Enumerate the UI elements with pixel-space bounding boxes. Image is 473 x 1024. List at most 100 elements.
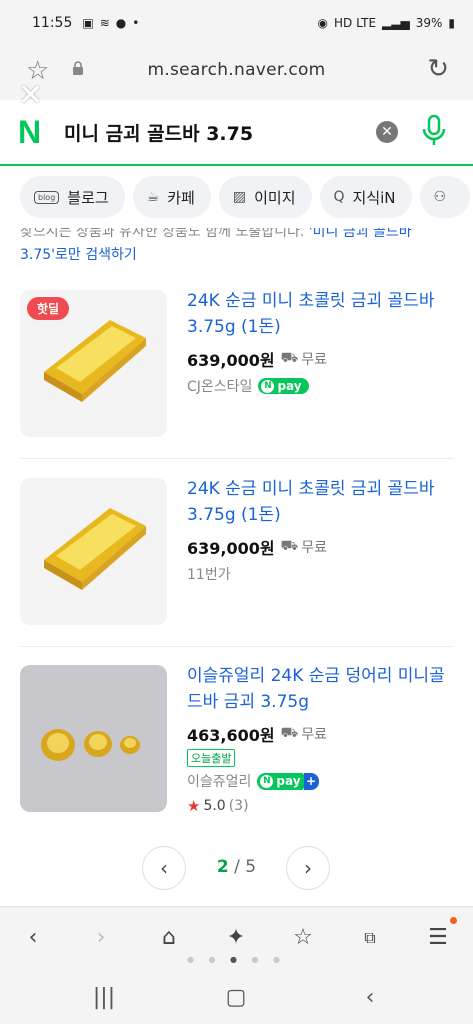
- product-price: 463,600원: [187, 726, 275, 745]
- page-separator: /: [234, 857, 240, 877]
- search-input[interactable]: 미니 금괴 골드바 3.75: [64, 119, 253, 146]
- recent-apps-icon[interactable]: |||: [86, 980, 122, 1016]
- gold-bar-image: [44, 508, 146, 590]
- price-row: 463,600원 ⛟ 무료: [187, 722, 327, 746]
- seller-name[interactable]: 11번가: [187, 564, 231, 584]
- rating-value: 5.0: [203, 798, 226, 814]
- tab-label: 블로그: [67, 188, 109, 207]
- product-image[interactable]: 핫딜: [20, 290, 167, 437]
- notification-dot: [450, 917, 457, 924]
- back-icon[interactable]: ‹: [16, 921, 50, 955]
- forward-icon[interactable]: ›: [84, 921, 118, 955]
- cafe-icon: ☕: [146, 189, 160, 205]
- shipping-label: 무료: [301, 352, 327, 368]
- truck-icon: ⛟: [280, 725, 299, 741]
- person-icon: ⚇: [433, 189, 447, 205]
- shipping-label: 무료: [301, 727, 327, 743]
- npay-label: pay: [276, 774, 301, 788]
- active-dot: ●: [230, 955, 243, 964]
- tab-label: 지식iN: [352, 188, 396, 207]
- rating-row: ★ 5.0 (3): [187, 797, 249, 815]
- price-row: 639,000원 ⛟ 무료: [187, 535, 327, 559]
- reload-icon[interactable]: ↻: [427, 54, 449, 84]
- star-icon: ★: [187, 797, 201, 815]
- tab-image[interactable]: ▨ 이미지: [218, 176, 312, 218]
- product-title[interactable]: 24K 순금 미니 초콜릿 금괴 골드바 3.75g (1돈): [187, 288, 453, 340]
- home-icon[interactable]: ⌂: [152, 921, 186, 955]
- status-right: ◉ HD LTE ▂▃▅ 39% ▮: [318, 16, 455, 30]
- image-icon: ▨: [232, 189, 247, 205]
- close-icon[interactable]: ✕: [18, 78, 43, 113]
- product-card[interactable]: 24K 순금 미니 초콜릿 금괴 골드바 3.75g (1돈) 639,000원…: [20, 478, 453, 628]
- tab-label: 카페: [167, 188, 195, 207]
- today-shipping-tag: 오늘출발: [187, 749, 236, 767]
- product-price: 639,000원: [187, 351, 275, 370]
- shipping-info: ⛟ 무료: [281, 724, 327, 744]
- bookmarks-star-icon[interactable]: ☆: [286, 921, 320, 955]
- status-time: 11:55: [32, 15, 73, 31]
- shipping-info: ⛟ 무료: [281, 537, 327, 557]
- product-card[interactable]: 이슬쥬얼리 24K 순금 덩어리 미니골드바 금괴 3.75g 463,600원…: [20, 665, 453, 815]
- review-count[interactable]: (3): [229, 798, 249, 814]
- tab-person[interactable]: ⚇: [419, 176, 471, 218]
- npay-n-icon: N: [261, 379, 275, 393]
- knowledge-search-icon: Q: [333, 189, 345, 205]
- product-title[interactable]: 24K 순금 미니 초콜릿 금괴 골드바 3.75g (1돈): [187, 476, 453, 528]
- tab-cafe[interactable]: ☕ 카페: [132, 176, 211, 218]
- npay-plus-badge: Npay +: [257, 772, 319, 790]
- battery-label: 39%: [415, 16, 443, 30]
- current-page: 2: [216, 857, 229, 877]
- sparkle-icon[interactable]: ✦: [219, 921, 253, 955]
- similar-products-notice: 찾으시는 상품과 유사한 상품도 함께 노출합니다. '미니 금괴 골드바 3.…: [20, 228, 460, 267]
- url-text[interactable]: m.search.naver.com: [0, 60, 473, 80]
- battery-icon: ▮: [448, 16, 455, 30]
- divider: [20, 646, 453, 647]
- truck-icon: ⛟: [280, 350, 299, 366]
- product-image[interactable]: [20, 478, 167, 625]
- seller-name[interactable]: CJ온스타일: [187, 376, 252, 396]
- pagination: ‹ 2 / 5 ›: [0, 846, 473, 892]
- menu-icon[interactable]: ☰: [421, 921, 455, 955]
- search-tabs: blog 블로그 ☕ 카페 ▨ 이미지 Q 지식iN ⚇: [0, 166, 473, 228]
- product-card[interactable]: 핫딜 24K 순금 미니 초콜릿 금괴 골드바 3.75g (1돈) 639,0…: [20, 290, 453, 440]
- gallery-icon: ▣: [82, 16, 94, 30]
- product-title[interactable]: 이슬쥬얼리 24K 순금 덩어리 미니골드바 금괴 3.75g: [187, 663, 453, 715]
- tag-row: 오늘출발: [187, 749, 236, 767]
- microphone-icon[interactable]: [420, 114, 448, 148]
- chat-icon: ●: [115, 16, 127, 30]
- product-image[interactable]: [20, 665, 167, 812]
- seller-row: 11번가: [187, 564, 231, 584]
- dot-icon: •: [132, 16, 140, 30]
- npay-label: pay: [277, 379, 302, 393]
- npay-badge: Npay: [258, 378, 309, 394]
- system-back-icon[interactable]: ‹: [352, 980, 388, 1016]
- hotspot-icon: ◉: [317, 16, 328, 30]
- naver-logo[interactable]: N: [18, 116, 50, 148]
- gold-nugget-image: [41, 729, 140, 761]
- plus-icon: +: [303, 772, 319, 790]
- seller-name[interactable]: 이슬쥬얼리: [187, 771, 251, 791]
- next-page-button[interactable]: ›: [286, 846, 330, 890]
- search-bar: ✕ N 미니 금괴 골드바 3.75 ✕: [0, 78, 473, 166]
- price-row: 639,000원 ⛟ 무료: [187, 347, 327, 371]
- clear-search-icon[interactable]: ✕: [376, 121, 398, 143]
- tabs-icon[interactable]: ⧉: [353, 921, 387, 955]
- home-button-icon[interactable]: ▢: [218, 980, 254, 1016]
- seller-row: 이슬쥬얼리 Npay +: [187, 771, 319, 791]
- shopping-results: 찾으시는 상품과 유사한 상품도 함께 노출합니다. '미니 금괴 골드바 3.…: [0, 228, 473, 906]
- blog-icon: blog: [34, 190, 60, 204]
- notification-icons: ▣ ≋ ● •: [82, 16, 139, 30]
- tab-label: 이미지: [254, 188, 296, 207]
- page-indicator: 2 / 5: [0, 857, 473, 877]
- network-label: HD LTE: [334, 16, 377, 30]
- page-dots: ● ● ● ● ●: [186, 955, 287, 964]
- shipping-info: ⛟ 무료: [281, 349, 327, 369]
- browser-url-bar: ☆ m.search.naver.com ↻: [0, 46, 473, 100]
- hotdeal-badge: 핫딜: [27, 297, 70, 320]
- tab-blog[interactable]: blog 블로그: [20, 176, 125, 218]
- shipping-label: 무료: [301, 540, 327, 556]
- divider: [20, 458, 453, 459]
- notice-text: 찾으시는 상품과 유사한 상품도 함께 노출합니다.: [20, 228, 305, 240]
- tab-knowledge[interactable]: Q 지식iN: [319, 176, 412, 218]
- seller-row: CJ온스타일 Npay: [187, 376, 309, 396]
